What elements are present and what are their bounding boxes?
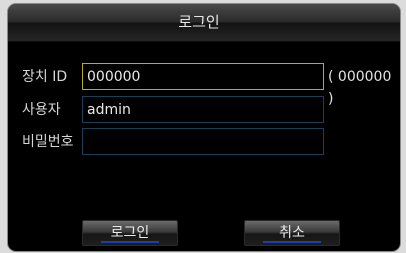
dialog-title-bar: 로그인 [8,4,400,42]
password-label: 비밀번호 [22,134,74,150]
login-button-label: 로그인 [110,225,150,241]
login-dialog: 로그인 장치 ID ( 000000 ) 사용자 비밀번호 로그인 취소 [8,4,400,251]
device-id-hint: ( 000000 ) [328,69,392,107]
cancel-button[interactable]: 취소 [244,220,340,246]
device-id-input[interactable] [82,63,324,90]
login-button[interactable]: 로그인 [82,220,178,246]
dialog-title: 로그인 [178,13,220,31]
device-id-label: 장치 ID [22,69,68,85]
cancel-button-label: 취소 [279,225,305,241]
cancel-button-underline [263,241,321,243]
user-label: 사용자 [22,102,61,118]
user-input[interactable] [82,96,324,123]
password-input[interactable] [82,128,324,155]
login-button-underline [101,241,159,243]
